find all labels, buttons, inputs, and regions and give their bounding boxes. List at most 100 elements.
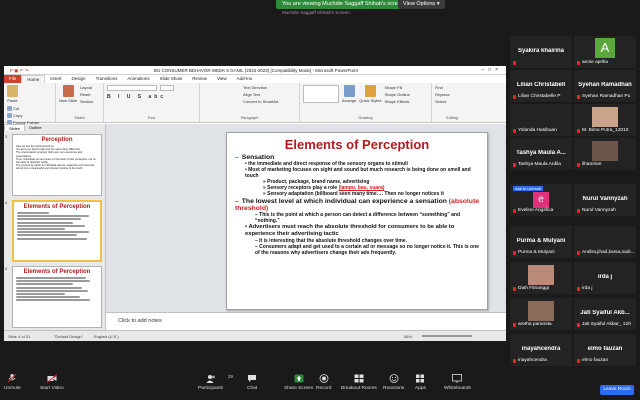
whiteboards-label: Whiteboards — [444, 386, 471, 391]
tab-review[interactable]: Review — [187, 75, 212, 83]
participant-tile[interactable]: ilhamrian — [574, 138, 636, 170]
thumbnail-title: Perception — [41, 137, 73, 143]
thumbnail-text — [16, 286, 82, 289]
reactions-button[interactable]: Reactions — [383, 374, 404, 391]
zoom-slider[interactable] — [422, 335, 472, 337]
shape-outline-button[interactable]: Shape Outline — [384, 92, 409, 97]
start-video-button[interactable]: Start Video — [40, 374, 64, 391]
participant-tile[interactable]: Syehan Ramadhan Syehan Ramadhan Pu — [574, 70, 636, 102]
tab-slide-show[interactable]: Slide Show — [155, 75, 188, 83]
quick-access-icons[interactable]: P ▣ ↶ ↷ — [10, 66, 28, 75]
panel-tab-slides[interactable]: Slides — [4, 124, 25, 131]
shapes-gallery[interactable] — [303, 85, 339, 103]
window-controls[interactable]: –□× — [481, 66, 502, 75]
participant-tile[interactable]: Syakira khairina annie aprilia — [510, 36, 572, 68]
view-options-button[interactable]: View Options ▾ — [398, 0, 445, 9]
participant-tile[interactable]: irda j irda j — [574, 262, 636, 294]
thumbnail-title: Elements of Perception — [23, 269, 91, 275]
participant-tile[interactable]: M. Bimo Putra_12010 — [574, 104, 636, 136]
participant-tile[interactable]: Andira,jihad,kania,nadi... — [574, 226, 636, 258]
mic-muted-icon — [513, 286, 516, 291]
participant-subname: inayahcendra — [518, 358, 547, 363]
tab-insert[interactable]: Insert — [45, 75, 66, 83]
copy-icon — [7, 113, 12, 118]
layout-button[interactable]: Layout — [80, 85, 93, 90]
convert-smartart-button[interactable]: Convert to SmartArt — [243, 99, 278, 104]
participant-name: Jati Syaiful Akb... — [580, 310, 630, 316]
notes-pane[interactable]: Click to add notes — [106, 312, 506, 330]
align-text-button[interactable]: Align Text — [243, 92, 278, 97]
find-button[interactable]: Find — [435, 85, 450, 90]
quick-styles-button[interactable]: Quick Styles — [359, 85, 381, 104]
arrange-label: Arrange — [342, 98, 357, 103]
participant-tile[interactable]: Tashya Maula A... Tashya Maula Ardila — [510, 138, 572, 170]
current-slide[interactable]: Elements of Perception – Sensation • the … — [226, 132, 488, 310]
participant-tile[interactable]: Ask to Unmute e Eveline Angelica — [510, 184, 572, 216]
record-button[interactable]: Record — [316, 374, 331, 391]
leave-room-label: Leave Room — [603, 387, 631, 392]
slide-thumbnail-3[interactable]: Perception How we see the world around u… — [12, 134, 102, 196]
new-slide-button[interactable]: New Slide — [59, 85, 77, 104]
ribbon-group-paragraph: Text Direction Align Text Convert to Sma… — [200, 83, 300, 122]
participant-tile[interactable]: Diah Fitrianggi — [510, 262, 572, 294]
sub-bullet: • Advertisers must reach the absolute th… — [245, 224, 455, 237]
cut-button[interactable]: Cut — [7, 106, 39, 111]
apps-button[interactable]: Apps — [415, 374, 426, 391]
participant-tile[interactable]: A annie aprilia — [574, 36, 636, 68]
mic-muted-icon — [577, 162, 580, 167]
tab-transitions[interactable]: Transitions — [91, 75, 123, 83]
whiteboards-button[interactable]: Whiteboards — [444, 374, 471, 391]
shape-fill-button[interactable]: Shape Fill — [384, 85, 409, 90]
participant-tile[interactable]: Purma & Mulyani Purma & Mulyani — [510, 226, 572, 258]
participants-button[interactable]: Participants 29 — [198, 374, 233, 391]
slide-thumbnail-4[interactable]: Elements of Perception — [12, 200, 102, 262]
breakout-rooms-button[interactable]: Breakout Rooms — [341, 374, 377, 391]
font-size-select[interactable] — [160, 85, 174, 91]
chat-button[interactable]: Chat — [247, 374, 257, 391]
participant-tile[interactable]: inayahcendra inayahcendra — [510, 334, 572, 366]
text-direction-button[interactable]: Text Direction — [243, 85, 278, 90]
unmute-button[interactable]: Unmute — [4, 374, 21, 391]
leave-room-button[interactable]: Leave Room — [600, 385, 634, 395]
participant-tile[interactable]: Nurul Vannyzah Nurul Vannyzah — [574, 184, 636, 216]
mic-muted-icon — [513, 94, 516, 99]
find-label: Find — [435, 85, 443, 90]
share-screen-button[interactable]: Share Screen — [284, 374, 313, 391]
slide-thumbnail-5[interactable]: Elements of Perception — [12, 266, 102, 328]
shape-effects-label: Shape Effects — [384, 99, 410, 104]
participant-tile[interactable]: Jati Syaiful Akb... Jati Syaiful Akbar_ … — [574, 298, 636, 330]
reset-button[interactable]: Reset — [80, 92, 93, 97]
participant-subname: annie aprilia — [582, 60, 608, 65]
whiteboard-icon — [452, 374, 463, 383]
participant-tile[interactable]: elmo fauzan elmo fauzan — [574, 334, 636, 366]
zoom-level[interactable]: 56% — [404, 331, 412, 341]
participant-subname: Syehan Ramadhan Pu — [582, 94, 631, 99]
tab-add-ins[interactable]: Add-Ins — [232, 75, 258, 83]
video-off-icon — [46, 374, 57, 383]
panel-tab-outline[interactable]: Outline — [25, 124, 46, 131]
participant-label: annie aprilia — [513, 61, 516, 65]
section-button[interactable]: Section — [80, 99, 93, 104]
font-style-buttons[interactable]: B I U S abc — [107, 94, 166, 100]
select-button[interactable]: Select — [435, 99, 450, 104]
participant-subname: Diah Fitrianggi — [518, 286, 549, 291]
font-name-select[interactable] — [107, 85, 157, 91]
presenter-label: Muchdie Saggaff Shihab's Screen — [282, 10, 350, 15]
copy-button[interactable]: Copy — [7, 113, 39, 118]
participant-video — [592, 107, 618, 127]
tab-file[interactable]: File — [4, 75, 22, 83]
replace-button[interactable]: Replace — [435, 92, 450, 97]
tab-view[interactable]: View — [212, 75, 232, 83]
tab-design[interactable]: Design — [67, 75, 91, 83]
tab-home[interactable]: Home — [21, 75, 46, 83]
participant-tile[interactable]: Lilian Christabell Lilian Christabelle P — [510, 70, 572, 102]
ask-to-unmute-button[interactable]: Ask to Unmute — [513, 186, 544, 191]
arrange-button[interactable]: Arrange — [342, 85, 356, 104]
mic-muted-icon — [513, 250, 516, 255]
participant-tile[interactable]: Yolanda Hasibuan Yolanda Hasibuan — [510, 104, 572, 136]
new-slide-label: New Slide — [59, 98, 78, 103]
paste-button[interactable]: Paste — [7, 85, 18, 103]
participant-tile[interactable]: aretha paramita — [510, 298, 572, 330]
shape-effects-button[interactable]: Shape Effects — [384, 99, 409, 104]
tab-animations[interactable]: Animations — [122, 75, 154, 83]
